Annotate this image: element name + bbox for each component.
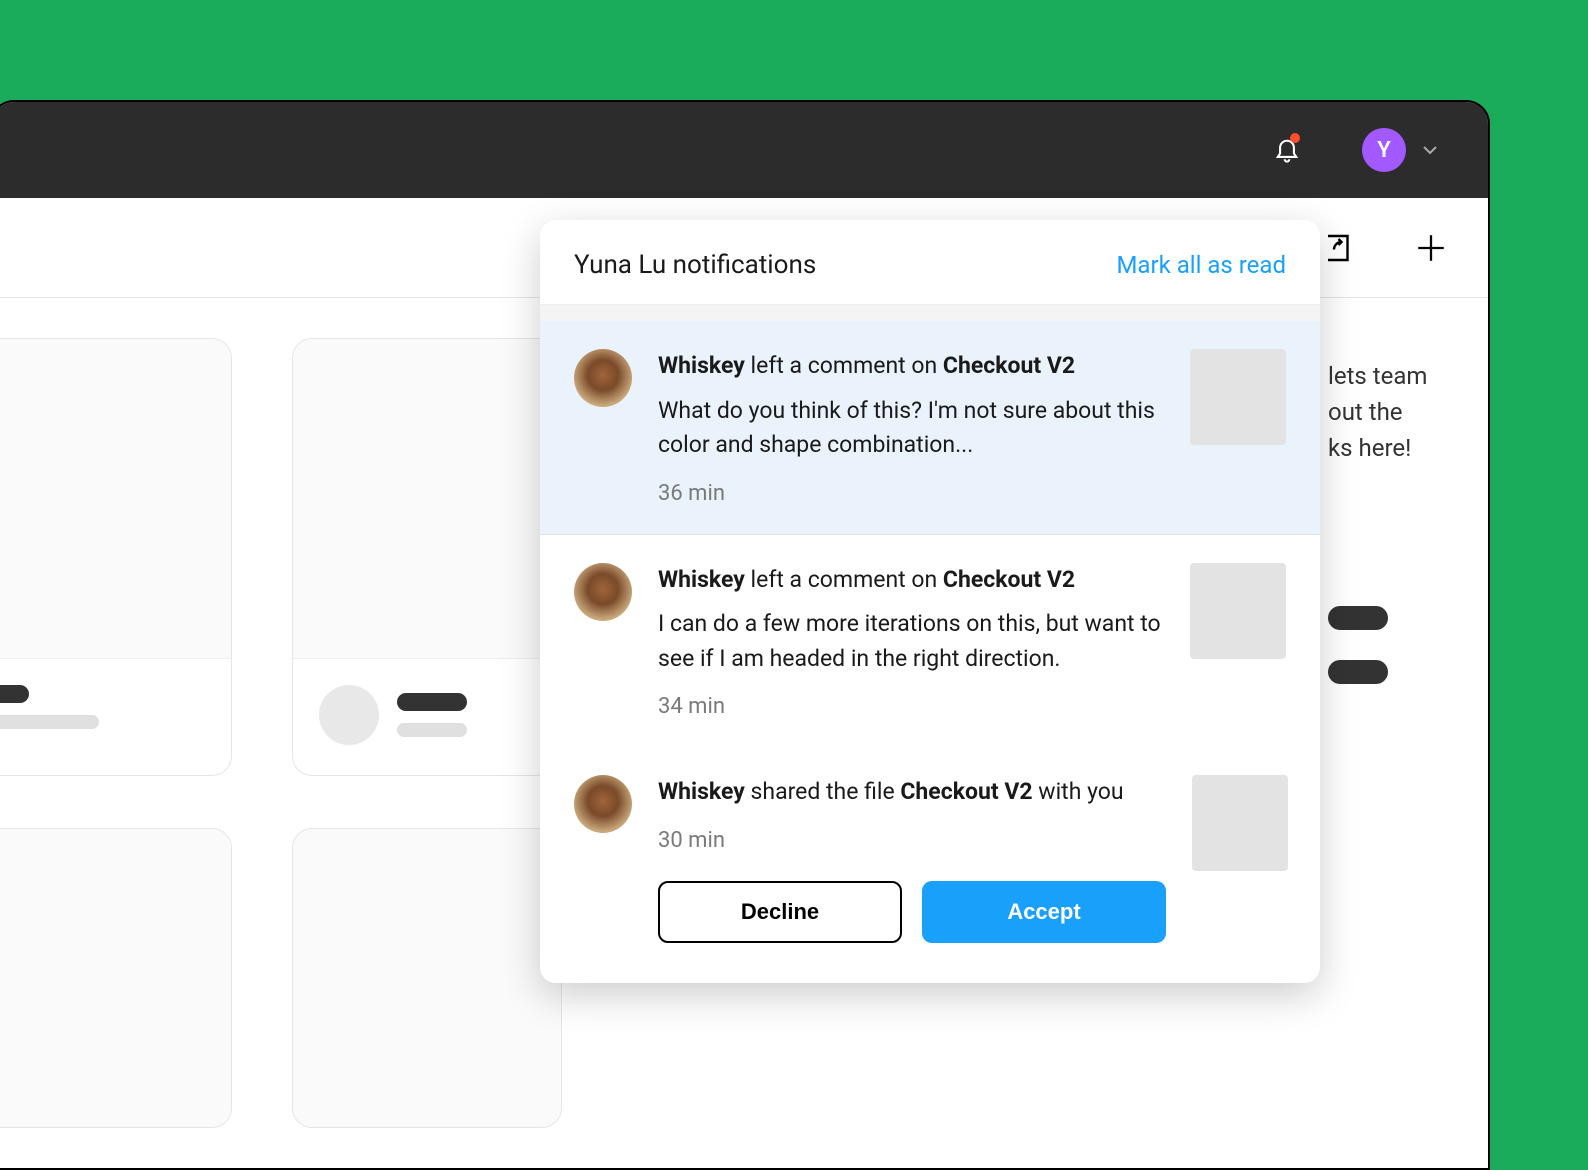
file-meta bbox=[293, 659, 561, 775]
notification-item[interactable]: Whiskey left a comment on Checkout V2 Wh… bbox=[540, 321, 1320, 535]
placeholder-bar bbox=[1328, 660, 1388, 684]
placeholder-bar bbox=[1328, 606, 1388, 630]
desc-line: ks here! bbox=[1328, 430, 1458, 466]
accept-button[interactable]: Accept bbox=[922, 881, 1166, 943]
notification-message: I can do a few more iterations on this, … bbox=[658, 607, 1164, 676]
desc-line: lets team bbox=[1328, 358, 1458, 394]
user-menu[interactable]: Y bbox=[1362, 128, 1438, 172]
notification-message: What do you think of this? I'm not sure … bbox=[658, 394, 1164, 463]
notifications-button[interactable] bbox=[1272, 135, 1302, 165]
notification-indicator bbox=[1290, 133, 1300, 143]
file-subtitle-placeholder bbox=[0, 715, 99, 729]
file-card[interactable] bbox=[0, 828, 232, 1128]
titlebar: Y bbox=[0, 102, 1488, 198]
plus-icon[interactable] bbox=[1414, 231, 1448, 265]
file-card[interactable] bbox=[292, 828, 562, 1128]
notification-headline: Whiskey left a comment on Checkout V2 bbox=[658, 349, 1164, 384]
file-preview bbox=[0, 829, 231, 1128]
team-description: lets team out the ks here! bbox=[1328, 358, 1458, 684]
desc-line: out the bbox=[1328, 394, 1458, 430]
notification-time: 34 min bbox=[658, 694, 1164, 719]
notification-thumbnail bbox=[1192, 775, 1288, 871]
panel-header: Yuna Lu notifications Mark all as read bbox=[540, 220, 1320, 305]
notification-item[interactable]: Whiskey left a comment on Checkout V2 I … bbox=[540, 535, 1320, 748]
notification-thumbnail bbox=[1190, 349, 1286, 445]
import-icon[interactable] bbox=[1322, 230, 1358, 266]
chevron-down-icon bbox=[1422, 145, 1438, 155]
notification-time: 36 min bbox=[658, 481, 1164, 506]
file-owner-avatar bbox=[319, 685, 379, 745]
actor-avatar bbox=[574, 563, 632, 621]
notifications-panel: Yuna Lu notifications Mark all as read W… bbox=[540, 220, 1320, 983]
panel-title: Yuna Lu notifications bbox=[574, 250, 816, 280]
notification-headline: Whiskey left a comment on Checkout V2 bbox=[658, 563, 1164, 598]
file-meta bbox=[0, 659, 231, 759]
mark-all-read-link[interactable]: Mark all as read bbox=[1116, 251, 1286, 279]
notification-time: 30 min bbox=[658, 828, 1166, 853]
file-subtitle-placeholder bbox=[397, 723, 467, 737]
file-preview bbox=[0, 339, 231, 659]
file-preview bbox=[293, 339, 561, 659]
actor-avatar bbox=[574, 349, 632, 407]
file-preview bbox=[293, 829, 561, 1128]
file-title-placeholder bbox=[397, 693, 467, 711]
notification-thumbnail bbox=[1190, 563, 1286, 659]
actor-avatar bbox=[574, 775, 632, 833]
user-avatar: Y bbox=[1362, 128, 1406, 172]
file-title-placeholder bbox=[0, 685, 29, 703]
file-grid-row-2 bbox=[0, 828, 602, 1128]
decline-button[interactable]: Decline bbox=[658, 881, 902, 943]
notification-item[interactable]: Whiskey shared the file Checkout V2 with… bbox=[540, 747, 1320, 983]
file-card[interactable] bbox=[292, 338, 562, 776]
notification-actions: Decline Accept bbox=[658, 881, 1166, 943]
notification-headline: Whiskey shared the file Checkout V2 with… bbox=[658, 775, 1166, 810]
panel-divider bbox=[540, 305, 1320, 321]
file-card[interactable] bbox=[0, 338, 232, 776]
